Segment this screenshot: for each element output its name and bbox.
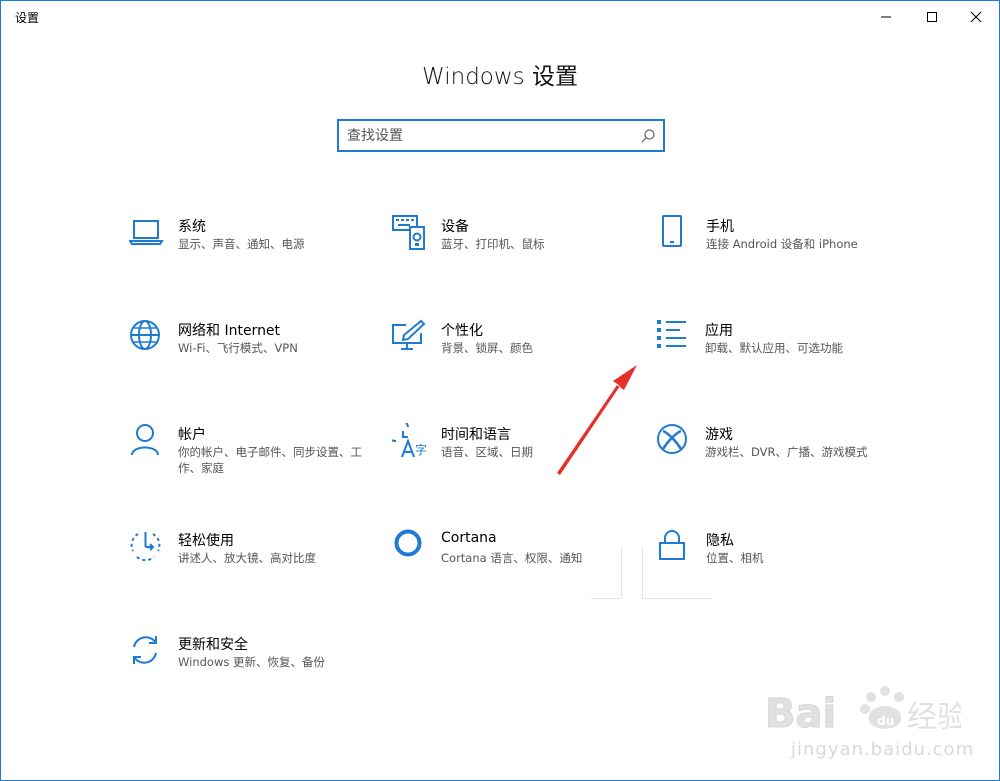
svg-text:经验: 经验 xyxy=(907,700,961,735)
annotation-arrow xyxy=(557,365,637,475)
svg-text:du: du xyxy=(877,714,894,728)
svg-text:Bai: Bai xyxy=(765,691,836,737)
watermark-url: jingyan.baidu.com xyxy=(791,739,975,760)
settings-window: 设置 Windows 设置 系统 显示、声音、通知、电源 xyxy=(0,0,1000,781)
